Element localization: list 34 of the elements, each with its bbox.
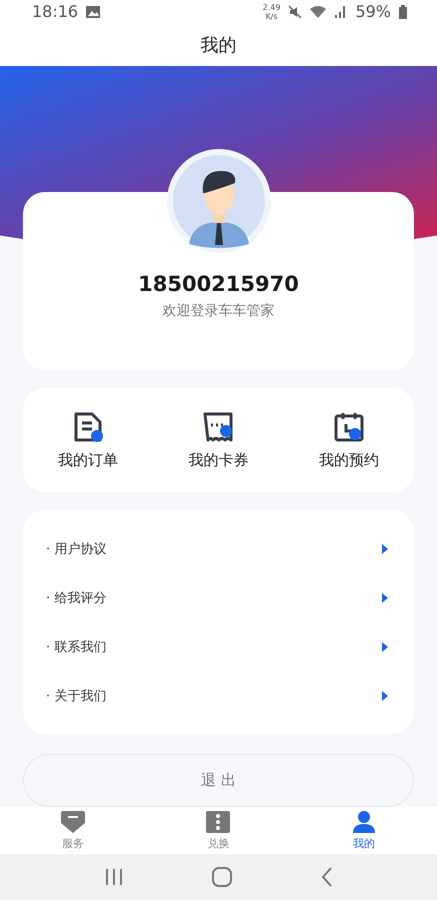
network-speed: 2.49 K/s [262,2,280,21]
shortcut-label[interactable]: 我的预约 [318,450,379,470]
tab[interactable]: 我的 [291,807,437,854]
welcome-text: 欢迎登录车车管家 [162,302,274,320]
menu-item[interactable]: · 给我评分 [23,573,414,622]
image-icon [86,6,100,18]
status-time: 18:16 [32,2,78,22]
shield-icon [58,810,87,834]
home-icon[interactable] [212,867,232,888]
page-title: 我的 [0,24,437,66]
signal-icon [334,5,348,18]
phone-number: 18500215970 [138,272,299,296]
recent-apps-icon[interactable] [104,868,122,886]
menu-item[interactable]: · 联系我们 [23,622,414,672]
menu-item[interactable]: · 关于我们 [23,671,414,720]
menu-item[interactable]: · 用户协议 [23,524,414,574]
tab[interactable]: 兑换 [146,807,292,854]
tab[interactable]: 服务 [0,807,146,854]
battery-icon [399,4,407,19]
shortcut-label[interactable]: 我的订单 [58,450,118,470]
wifi-icon [310,5,326,18]
caret-icon [382,544,388,554]
back-icon[interactable] [320,867,332,888]
calendar-icon [332,410,365,443]
document-icon [72,410,104,443]
ticket-icon [205,810,232,834]
shortcut-label[interactable]: 我的卡券 [188,450,248,470]
mute-icon [288,4,302,19]
battery-percent: 59% [355,2,391,22]
ticket-icon [202,410,234,443]
caret-icon [382,592,388,603]
caret-icon [382,642,388,652]
caret-icon [382,690,388,701]
person-icon [352,810,376,834]
